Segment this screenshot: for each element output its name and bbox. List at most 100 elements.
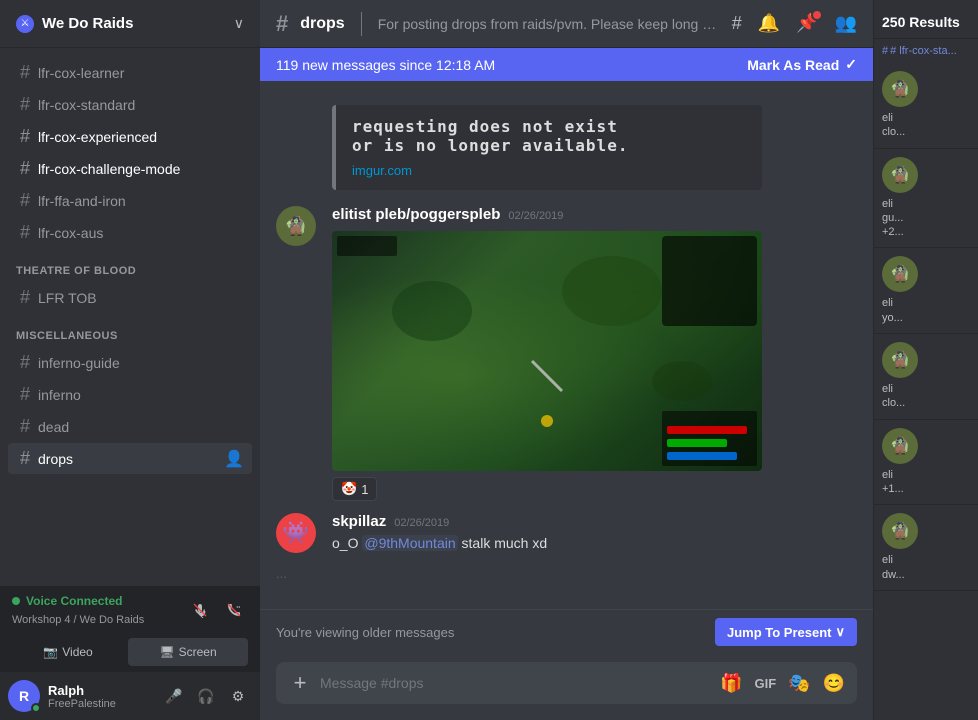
hash-icon: #: [20, 287, 30, 308]
channel-label: lfr-cox-learner: [38, 65, 124, 81]
user-controls: 🎤 🎧 ⚙: [160, 682, 252, 710]
channel-item-lfr-ffa-and-iron[interactable]: # lfr-ffa-and-iron: [8, 185, 252, 216]
chevron-down-icon: ∨: [234, 15, 244, 32]
message-content: elitist pleb/poggerspleb 02/26/2019: [332, 206, 857, 501]
right-sidebar: 250 Results # # lfr-cox-sta... 🧌 eliclo.…: [873, 0, 978, 720]
hash-icon: #: [20, 126, 30, 147]
search-results-header: 250 Results: [874, 0, 978, 39]
category-miscellaneous[interactable]: MISCELLANEOUS: [0, 314, 260, 346]
server-name: We Do Raids: [42, 15, 133, 32]
mic-button[interactable]: 🎤: [160, 682, 188, 710]
jump-chevron-icon: ∨: [835, 624, 845, 640]
message-timestamp: 02/26/2019: [394, 517, 449, 529]
video-label: Video: [62, 645, 92, 659]
result-text: eli+1...: [882, 468, 970, 497]
error-embed: requesting does not exist or is no longe…: [332, 105, 762, 190]
message-content: skpillaz 02/26/2019 o_O @9thMountain sta…: [332, 513, 857, 554]
emoji-icon[interactable]: 😊: [823, 673, 845, 694]
voice-controls: [186, 596, 248, 624]
result-text: elidw...: [882, 553, 970, 582]
channel-label: lfr-ffa-and-iron: [38, 193, 126, 209]
message-text-before: o_O: [332, 535, 362, 551]
add-member-icon[interactable]: 👤: [224, 449, 244, 469]
video-icon: 📷: [43, 645, 58, 659]
add-file-button[interactable]: +: [288, 670, 312, 696]
search-result-item[interactable]: 🧌 eliclo...: [874, 334, 978, 420]
result-text: eligu...+2...: [882, 197, 970, 240]
server-header-left: ⚔ We Do Raids: [16, 15, 133, 33]
voice-connected-label: Voice Connected: [26, 594, 122, 608]
sticker-icon[interactable]: 🎭: [788, 673, 810, 694]
channel-item-inferno[interactable]: # inferno: [8, 379, 252, 410]
bell-icon[interactable]: 🔔: [758, 13, 780, 34]
screen-icon: 🖥: [159, 645, 174, 659]
main-chat: # drops For posting drops from raids/pvm…: [260, 0, 873, 720]
new-messages-text: 119 new messages since 12:18 AM: [276, 57, 495, 73]
hash-icon: #: [20, 384, 30, 405]
search-result-item[interactable]: 🧌 eliclo...: [874, 63, 978, 149]
screen-label: Screen: [179, 645, 217, 659]
search-result-item[interactable]: 🧌 eliyo...: [874, 248, 978, 334]
settings-button[interactable]: ⚙: [224, 682, 252, 710]
search-result-item[interactable]: 🧌 eli+1...: [874, 420, 978, 506]
reaction[interactable]: 🤡 1: [332, 477, 377, 501]
message-image: [332, 231, 762, 471]
channel-label: lfr-cox-aus: [38, 225, 103, 241]
message-text-after: stalk much xd: [458, 535, 547, 551]
hash-icon: #: [20, 158, 30, 179]
reaction-emoji: 🤡: [341, 481, 357, 497]
result-avatar: 🧌: [882, 342, 918, 378]
message-input-row: + 🎁 GIF 🎭 😊: [276, 662, 857, 704]
channel-header-hash-icon: #: [276, 11, 288, 37]
notification-icon[interactable]: 📌: [796, 13, 818, 34]
hashtag-icon[interactable]: #: [732, 13, 742, 34]
embed-line2: or is no longer available.: [352, 136, 746, 155]
server-icon: ⚔: [16, 15, 34, 33]
message-row: 👾 skpillaz 02/26/2019 o_O @9thMountain s…: [260, 509, 873, 558]
message-input[interactable]: [320, 675, 712, 691]
category-theatre-of-blood[interactable]: THEATRE OF BLOOD: [0, 249, 260, 281]
mark-as-read-button[interactable]: Mark As Read ✓: [747, 56, 857, 73]
channel-item-lfr-tob[interactable]: # LFR TOB: [8, 282, 252, 313]
channel-item-inferno-guide[interactable]: # inferno-guide: [8, 347, 252, 378]
message-input-area: + 🎁 GIF 🎭 😊: [260, 654, 873, 720]
channel-item-drops[interactable]: # drops 👤: [8, 443, 252, 474]
video-button[interactable]: 📷 Video: [12, 638, 124, 666]
messages-area[interactable]: requesting does not exist or is no longe…: [260, 81, 873, 609]
gift-icon[interactable]: 🎁: [720, 673, 742, 694]
channel-header-description: For posting drops from raids/pvm. Please…: [378, 16, 720, 32]
channel-item-lfr-cox-experienced[interactable]: # lfr-cox-experienced: [8, 121, 252, 152]
channel-item-dead[interactable]: # dead: [8, 411, 252, 442]
channel-item-lfr-cox-standard[interactable]: # lfr-cox-standard: [8, 89, 252, 120]
voice-mute-button[interactable]: [186, 596, 214, 624]
new-messages-banner: 119 new messages since 12:18 AM Mark As …: [260, 48, 873, 81]
screen-share-button[interactable]: 🖥 Screen: [128, 638, 248, 666]
channel-item-lfr-cox-learner[interactable]: # lfr-cox-learner: [8, 57, 252, 88]
embed-url[interactable]: imgur.com: [352, 163, 746, 178]
gif-icon[interactable]: GIF: [754, 676, 776, 691]
jump-to-present-button[interactable]: Jump To Present ∨: [715, 618, 857, 646]
reaction-count: 1: [361, 482, 368, 497]
search-result-item[interactable]: 🧌 elidw...: [874, 505, 978, 591]
hash-icon: #: [20, 448, 30, 469]
server-header[interactable]: ⚔ We Do Raids ∨: [0, 0, 260, 48]
results-count: 250 Results: [882, 14, 960, 30]
result-avatar: 🧌: [882, 513, 918, 549]
headphone-button[interactable]: 🎧: [192, 682, 220, 710]
channel-item-lfr-cox-aus[interactable]: # lfr-cox-aus: [8, 217, 252, 248]
input-icons: 🎁 GIF 🎭 😊: [720, 673, 845, 694]
message-header: skpillaz 02/26/2019: [332, 513, 857, 530]
message-author: skpillaz: [332, 513, 386, 530]
voice-disconnect-button[interactable]: [220, 596, 248, 624]
channel-label: lfr-cox-experienced: [38, 129, 157, 145]
search-result-item[interactable]: 🧌 eligu...+2...: [874, 149, 978, 249]
partial-message: ...: [260, 562, 873, 585]
channel-item-lfr-cox-challenge-mode[interactable]: # lfr-cox-challenge-mode: [8, 153, 252, 184]
members-icon[interactable]: 👥: [835, 13, 857, 34]
user-info: Ralph FreePalestine: [48, 683, 152, 710]
channel-list: # lfr-cox-learner # lfr-cox-standard # l…: [0, 48, 260, 586]
channel-header: # drops For posting drops from raids/pvm…: [260, 0, 873, 48]
result-text: eliyo...: [882, 296, 970, 325]
avatar: 🧌: [276, 206, 316, 246]
embed-container: requesting does not exist or is no longe…: [316, 97, 873, 202]
